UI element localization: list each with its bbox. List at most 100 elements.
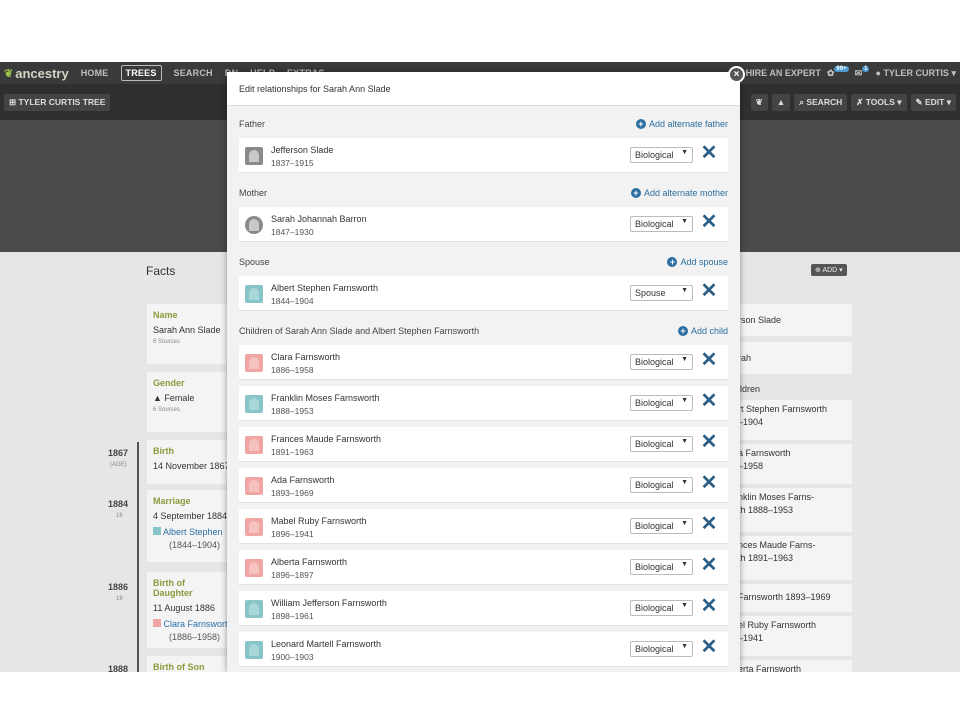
relationship-select[interactable]: Biological ▼ <box>630 477 693 493</box>
person-name[interactable]: Frances Maude Farnsworth <box>271 434 381 444</box>
remove-relationship-button[interactable]: ✕ <box>700 513 718 535</box>
person-row-child: Leonard Martell Farnsworth 1900–1903 Biolo… <box>239 632 728 667</box>
avatar[interactable] <box>245 216 263 234</box>
family-item[interactable]: erta Farnsworth <box>738 660 852 672</box>
warning-icon[interactable]: ▲ <box>771 94 791 111</box>
child-link[interactable]: Clara Farnsworth <box>153 619 233 629</box>
person-name[interactable]: Ada Farnsworth <box>271 475 335 485</box>
avatar[interactable] <box>245 354 263 372</box>
family-item[interactable]: rah <box>738 342 852 374</box>
nav-search[interactable]: SEARCH <box>174 68 213 78</box>
family-item[interactable]: rt Stephen Farnsworth –1904 <box>738 400 852 440</box>
fact-gender[interactable]: Gender ▲ Female 6 Sources <box>147 372 227 432</box>
close-icon: ✕ <box>700 211 718 233</box>
remove-relationship-button[interactable]: ✕ <box>700 636 718 658</box>
avatar[interactable] <box>245 395 263 413</box>
relationship-select[interactable]: Biological ▼ <box>630 600 693 616</box>
fact-name[interactable]: Name Sarah Ann Slade 6 Sources <box>147 304 227 364</box>
add-fact-button[interactable]: ⊕ ADD ▾ <box>811 264 847 276</box>
avatar[interactable] <box>245 518 263 536</box>
relationship-select[interactable]: Biological ▼ <box>630 436 693 452</box>
avatar[interactable] <box>245 436 263 454</box>
person-name[interactable]: Franklin Moses Farnsworth <box>271 393 380 403</box>
person-name[interactable]: Alberta Farnsworth <box>271 557 347 567</box>
fact-birth-daughter[interactable]: Birth of Daughter 11 August 1886 Clara F… <box>147 572 233 648</box>
avatar[interactable] <box>245 477 263 495</box>
remove-relationship-button[interactable]: ✕ <box>700 142 718 164</box>
fact-label: Name <box>153 310 178 320</box>
remove-relationship-button[interactable]: ✕ <box>700 595 718 617</box>
modal-title: Edit relationships for Sarah Ann Slade <box>227 72 740 106</box>
remove-relationship-button[interactable]: ✕ <box>700 554 718 576</box>
person-dates: 1891–1963 <box>271 447 314 457</box>
relationship-select[interactable]: Biological ▼ <box>630 216 693 232</box>
fact-birth-son[interactable]: Birth of Son <box>147 656 227 672</box>
add-child-link[interactable]: + Add child <box>677 326 728 336</box>
tree-name-button[interactable]: ⊞ TYLER CURTIS TREE <box>4 94 111 111</box>
fact-label: Birth <box>153 446 174 456</box>
relationship-select[interactable]: Spouse ▼ <box>630 285 693 301</box>
person-name[interactable]: Sarah Johannah Barron <box>271 214 367 224</box>
hint-leaf-icon[interactable]: ❦ <box>750 94 768 111</box>
edit-button[interactable]: ✎ EDIT ▾ <box>910 94 956 111</box>
person-name[interactable]: Clara Farnsworth <box>271 352 340 362</box>
person-row-child: Clara Farnsworth 1886–1958 Biological ▼ ✕ <box>239 345 728 380</box>
user-name: TYLER CURTIS <box>883 67 949 78</box>
fact-marriage[interactable]: Marriage 4 September 1884 Albert Stephen… <box>147 490 227 562</box>
person-name[interactable]: Albert Stephen Farnsworth <box>271 283 378 293</box>
year-daughter: 1886 <box>108 582 129 592</box>
family-item[interactable]: Farnsworth 1893–1969 <box>738 584 852 612</box>
add-alternate-father-link[interactable]: + Add alternate father <box>635 119 728 129</box>
avatar[interactable] <box>245 285 263 303</box>
remove-relationship-button[interactable]: ✕ <box>700 280 718 302</box>
avatar[interactable] <box>245 600 263 618</box>
child-dates: (1886–1958) <box>169 632 221 642</box>
avatar[interactable] <box>245 641 263 659</box>
family-item[interactable]: nklin Moses Farns-th 1888–1953 <box>738 488 852 532</box>
person-dates: 1847–1930 <box>271 227 314 237</box>
family-item[interactable]: rson Slade <box>738 304 852 336</box>
search-button[interactable]: ⌕ SEARCH <box>794 94 848 111</box>
ancestry-logo[interactable]: ❦ ancestry <box>4 66 69 81</box>
close-icon: ✕ <box>700 554 718 576</box>
remove-relationship-button[interactable]: ✕ <box>700 349 718 371</box>
relationship-select[interactable]: Biological ▼ <box>630 147 693 163</box>
person-name[interactable]: Jefferson Slade <box>271 145 333 155</box>
tools-button[interactable]: ✗ TOOLS ▾ <box>851 94 907 111</box>
remove-relationship-button[interactable]: ✕ <box>700 472 718 494</box>
relationship-select[interactable]: Biological ▼ <box>630 395 693 411</box>
remove-relationship-button[interactable]: ✕ <box>700 211 718 233</box>
fact-label: Gender <box>153 378 185 388</box>
person-name[interactable]: Leonard Martell Farnsworth <box>271 639 381 649</box>
family-item-name: a Farnsworth <box>738 448 791 458</box>
spouse-link[interactable]: Albert Stephen <box>153 527 223 537</box>
family-item[interactable]: a Farnsworth –1958 <box>738 444 852 484</box>
fact-value: 4 September 1884 <box>153 511 228 521</box>
avatar[interactable] <box>245 559 263 577</box>
add-alternate-mother-link[interactable]: + Add alternate mother <box>630 188 728 198</box>
male-silhouette-icon <box>249 398 259 410</box>
relationship-select[interactable]: Biological ▼ <box>630 559 693 575</box>
person-name[interactable]: William Jefferson Farnsworth <box>271 598 387 608</box>
family-item[interactable]: el Ruby Farnsworth –1941 <box>738 616 852 656</box>
remove-relationship-button[interactable]: ✕ <box>700 431 718 453</box>
user-menu[interactable]: ● TYLER CURTIS ▾ <box>875 68 956 79</box>
relationship-select[interactable]: Biological ▼ <box>630 518 693 534</box>
family-item[interactable]: nces Maude Farns-th 1891–1963 <box>738 536 852 580</box>
add-spouse-link[interactable]: + Add spouse <box>667 257 728 267</box>
remove-relationship-button[interactable]: ✕ <box>700 390 718 412</box>
avatar[interactable] <box>245 147 263 165</box>
spouse-dates: (1844–1904) <box>169 540 221 550</box>
hints-icon[interactable]: ✿ 99+ <box>827 65 849 79</box>
fact-birth[interactable]: Birth 14 November 1867 <box>147 440 230 484</box>
messages-icon[interactable]: ✉ 1 <box>855 65 870 79</box>
nav-trees[interactable]: TREES <box>120 65 162 81</box>
close-modal-button[interactable]: × <box>728 66 745 83</box>
relationship-select[interactable]: Biological ▼ <box>630 354 693 370</box>
person-name[interactable]: Mabel Ruby Farnsworth <box>271 516 367 526</box>
nav-home[interactable]: HOME <box>81 68 109 78</box>
female-silhouette-icon <box>249 562 259 574</box>
relationship-select[interactable]: Biological ▼ <box>630 641 693 657</box>
hire-expert-link[interactable]: HIRE AN EXPERT <box>746 68 821 78</box>
plus-circle-icon: + <box>630 188 641 198</box>
